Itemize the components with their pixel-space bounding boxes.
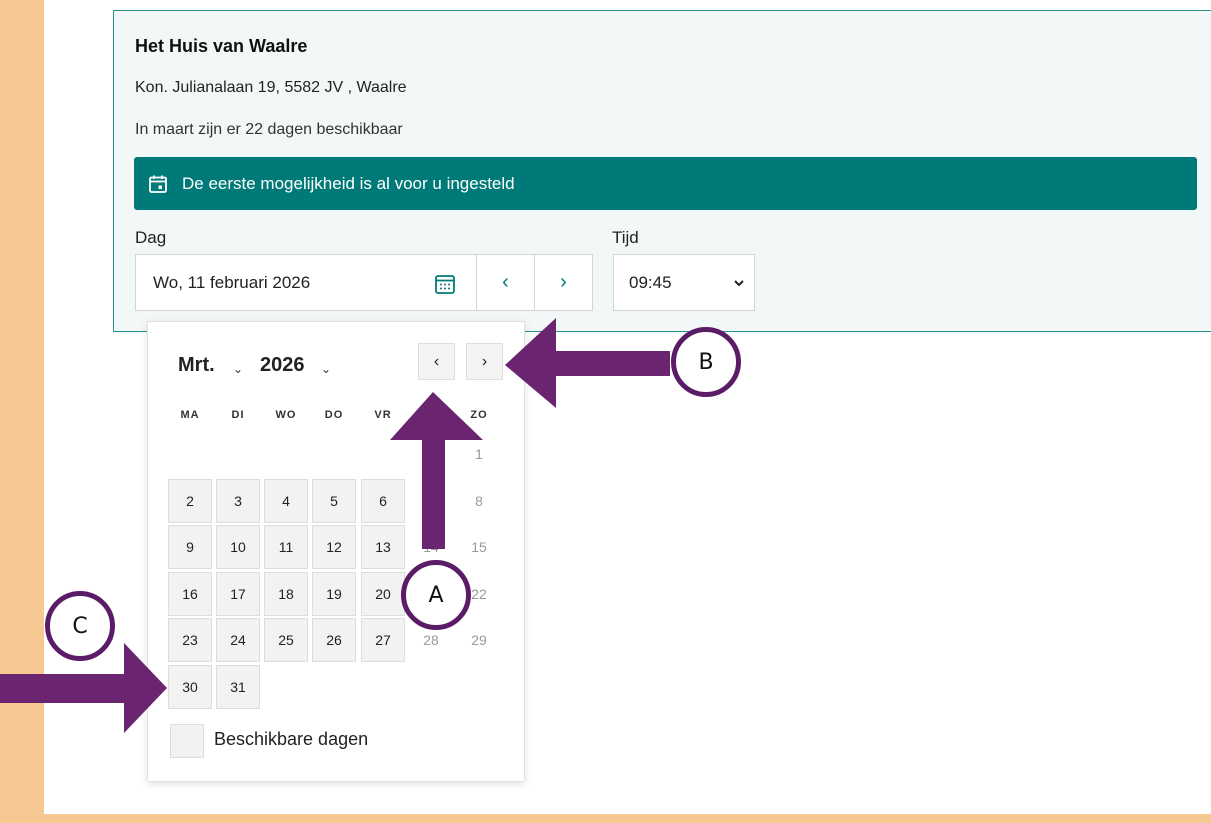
annotation-label-b: B bbox=[671, 327, 741, 397]
annotation-overlay bbox=[0, 318, 670, 733]
arrow-b bbox=[505, 318, 670, 408]
arrow-a bbox=[390, 392, 483, 549]
annotation-label-a: A bbox=[401, 560, 471, 630]
annotation-label-c: C bbox=[45, 591, 115, 661]
